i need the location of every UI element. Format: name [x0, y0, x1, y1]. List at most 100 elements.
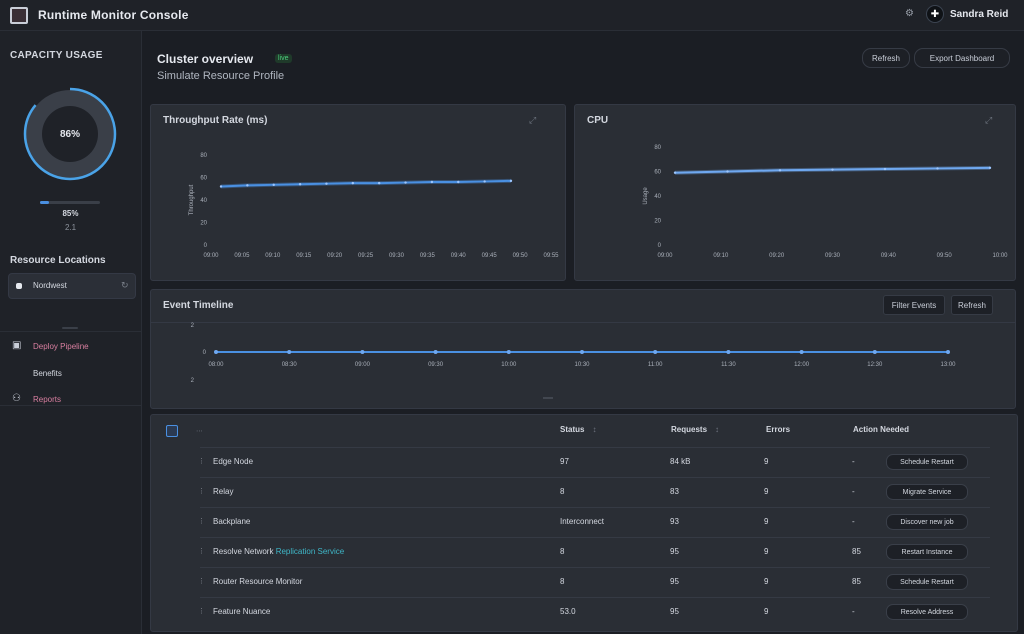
throughput-chart-panel: Throughput Rate (ms) ⤢ 0 20 40 60 80 09:00 09:…: [150, 104, 566, 281]
table-row[interactable]: [200, 447, 990, 478]
drag-handle-icon[interactable]: ⋮: [198, 577, 205, 585]
row-action-button[interactable]: Schedule Restart: [886, 574, 968, 590]
x-tick-label: 09:55: [543, 253, 559, 259]
locations-heading: Resource Locations: [10, 255, 106, 266]
event-marker: [799, 350, 804, 354]
throughput-chart: 0 20 40 60 80 09:00 09:05 09:10 09:15 09:20 09:25 0…: [189, 153, 559, 259]
top-bar: Runtime Monitor Console ⚙ ✚ Sandra Reid: [0, 0, 1024, 31]
data-point: [272, 183, 275, 187]
x-tick-label: 12:30: [867, 362, 883, 368]
row-name: Resolve Network Replication Service: [213, 547, 345, 556]
event-marker: [433, 350, 438, 354]
page-subtitle: Simulate Resource Profile: [157, 70, 285, 82]
header-label: Requests: [671, 425, 708, 434]
row-requests: 95: [670, 547, 679, 556]
row-status: 97: [560, 457, 569, 466]
refresh-button[interactable]: Refresh: [862, 48, 910, 68]
x-tick-label: 09:05: [234, 253, 250, 259]
row-name: Relay: [213, 487, 234, 496]
drag-handle-icon[interactable]: ⋮: [198, 517, 205, 525]
header-requests[interactable]: Requests ↕: [671, 425, 719, 434]
data-point: [883, 167, 887, 171]
location-select[interactable]: Nordwest ↻: [8, 273, 136, 299]
y-tick-label: 80: [200, 153, 207, 159]
drag-handle-icon[interactable]: ⋮: [198, 607, 205, 615]
row-requests: 84 kB: [670, 457, 691, 466]
y-tick-label: 80: [654, 145, 661, 151]
x-tick-label: 09:20: [769, 253, 785, 259]
select-all-checkbox[interactable]: [166, 425, 178, 437]
drag-handle-icon[interactable]: ⋮: [198, 487, 205, 495]
row-requests: 95: [670, 577, 679, 586]
row-requests: 83: [670, 487, 679, 496]
cpu-chart-panel: CPU ⤢ 0 20 40 60 80 09:00 09:10 09:20 09:30 09:40…: [574, 104, 1016, 281]
event-marker: [872, 350, 877, 354]
x-tick-label: 09:50: [937, 253, 953, 259]
settings-icon[interactable]: ⚙: [905, 8, 915, 19]
y-tick-label: 0: [204, 243, 208, 249]
data-point: [219, 185, 223, 188]
row-tag: Replication Service: [273, 547, 345, 556]
data-point: [673, 171, 677, 174]
row-action-button[interactable]: Migrate Service: [886, 484, 968, 500]
data-point: [351, 181, 355, 185]
row-name: Edge Node: [213, 457, 254, 466]
x-tick-label: 09:15: [296, 253, 312, 259]
row-action-button[interactable]: Schedule Restart: [886, 454, 968, 470]
app-logo-icon: [10, 7, 28, 24]
data-point: [936, 167, 939, 170]
data-point: [483, 180, 486, 183]
export-dashboard-button[interactable]: Export Dashboard: [914, 48, 1010, 68]
event-marker: [726, 350, 731, 354]
row-errors: 9: [764, 547, 769, 556]
table-row[interactable]: [200, 567, 990, 598]
y-tick-label: 2: [191, 323, 195, 329]
x-tick-label: 10:00: [501, 362, 517, 368]
table-row[interactable]: [200, 597, 990, 628]
y-tick-label: 0: [203, 350, 207, 356]
row-action-button[interactable]: Restart Instance: [886, 544, 968, 560]
row-action-button[interactable]: Resolve Address: [886, 604, 968, 620]
event-marker: [214, 350, 218, 354]
sort-icon[interactable]: ↕: [715, 425, 719, 434]
row-requests: 95: [670, 607, 679, 616]
table-row[interactable]: [200, 477, 990, 508]
row-action-button[interactable]: Discover new job: [886, 514, 968, 530]
status-badge: live: [275, 54, 292, 63]
y-tick-label: 20: [654, 219, 661, 225]
x-tick-label: 11:00: [648, 362, 663, 368]
username: Sandra Reid: [950, 8, 1009, 20]
name-header-icon: ⋯: [196, 428, 203, 435]
refresh-icon[interactable]: ↻: [121, 280, 129, 291]
resize-handle[interactable]: [62, 327, 78, 329]
x-tick-label: 09:30: [389, 253, 405, 259]
data-point: [509, 179, 513, 183]
drag-handle-icon[interactable]: ⋮: [198, 547, 205, 555]
x-tick-label: 09:50: [513, 253, 529, 259]
row-name: Router Resource Monitor: [213, 577, 303, 586]
row-status: 8: [560, 547, 565, 556]
x-tick-label: 12:00: [794, 362, 810, 368]
row-errors: 9: [764, 577, 769, 586]
sidebar-item-deploy[interactable]: ▣ Deploy Pipeline: [0, 337, 141, 359]
event-marker: [506, 350, 511, 354]
user-menu[interactable]: ✚ Sandra Reid: [926, 5, 1008, 23]
x-tick-label: 09:30: [428, 362, 444, 368]
sort-icon[interactable]: ↕: [592, 425, 596, 434]
row-extra: 85: [852, 577, 861, 586]
header-errors[interactable]: Errors: [766, 425, 790, 434]
x-tick-label: 09:45: [482, 253, 498, 259]
y-tick-label: 20: [200, 221, 207, 227]
x-tick-label: 08:00: [208, 362, 224, 368]
data-point: [726, 170, 729, 173]
x-tick-label: 11:30: [721, 362, 736, 368]
row-extra: -: [852, 607, 855, 616]
y-tick-label: 0: [658, 243, 662, 249]
sidebar-item-reports[interactable]: ⚇ Reports: [0, 390, 141, 412]
header-status[interactable]: Status ↕: [560, 425, 596, 434]
header-action[interactable]: Action Needed: [853, 425, 909, 434]
sidebar-item-benefits[interactable]: Benefits: [0, 364, 141, 386]
drag-handle-icon[interactable]: ⋮: [198, 457, 205, 465]
x-tick-label: 09:35: [420, 253, 436, 259]
page-title: Cluster overview: [157, 52, 254, 66]
